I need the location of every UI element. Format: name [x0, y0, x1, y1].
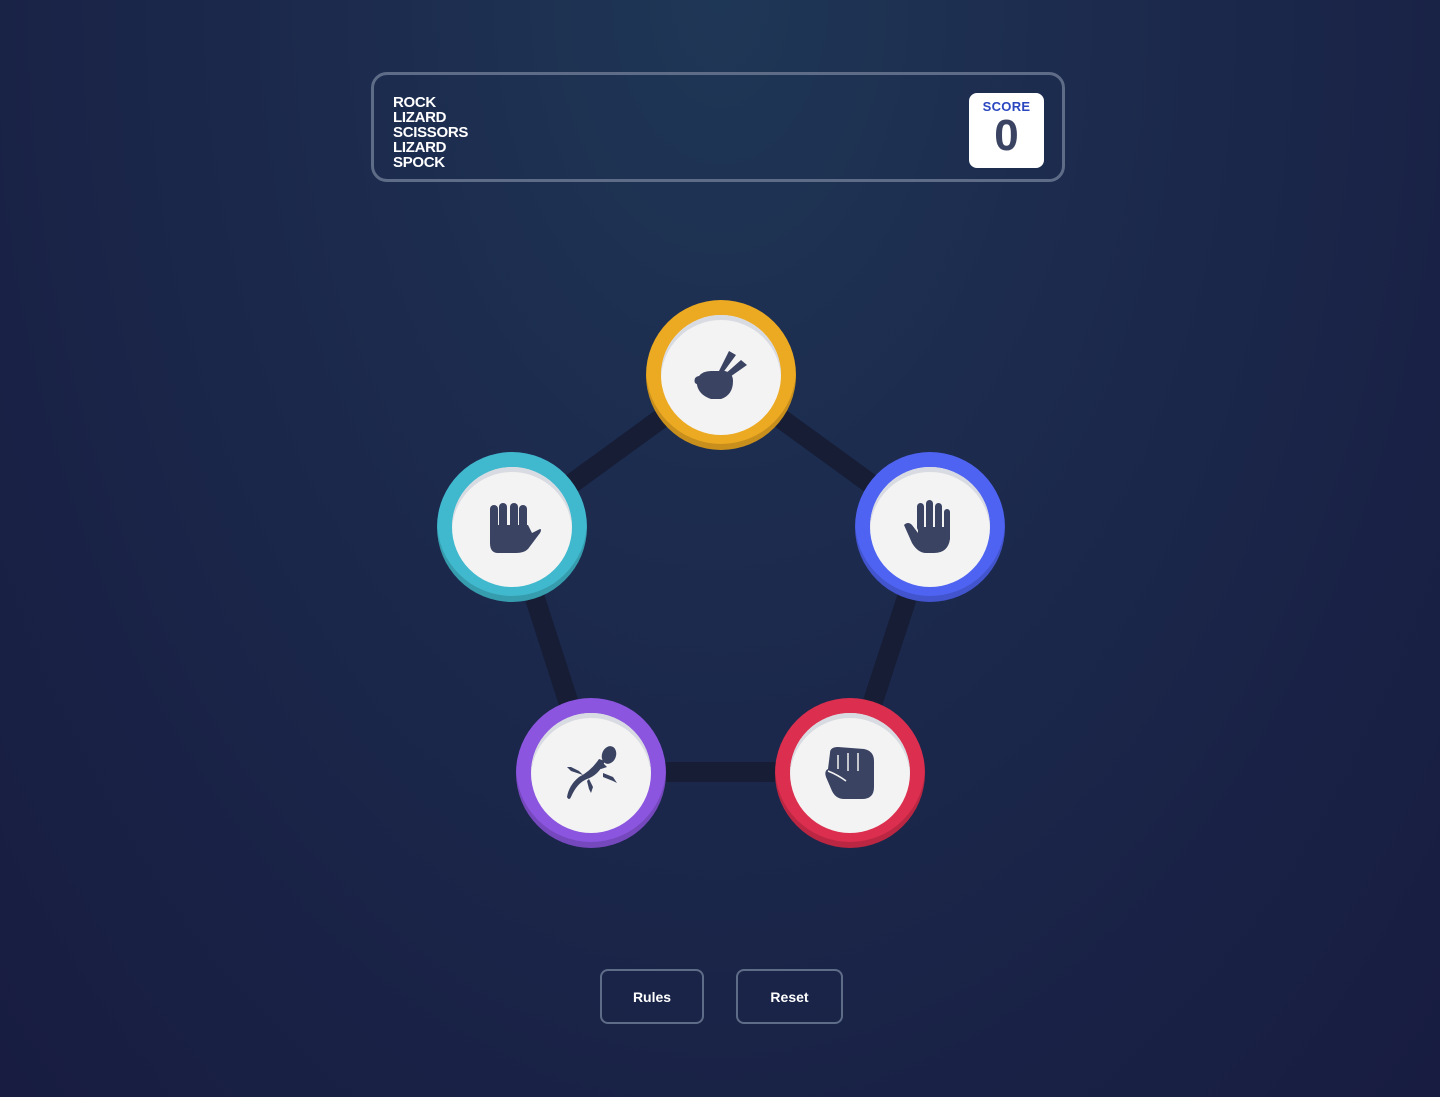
lizard-choice-button[interactable] — [516, 698, 666, 848]
scissors-hand-icon — [694, 351, 747, 399]
paper-choice-face — [870, 467, 990, 587]
spock-choice-button[interactable] — [437, 452, 587, 602]
paper-choice-button[interactable] — [855, 452, 1005, 602]
rock-choice-face — [790, 713, 910, 833]
pentagon-board — [502, 365, 940, 782]
rock-fist-icon — [825, 747, 874, 799]
reset-button[interactable]: Reset — [736, 969, 843, 1024]
paper-hand-icon — [904, 500, 950, 553]
scissors-choice-button[interactable] — [646, 300, 796, 450]
lizard-choice-face — [531, 713, 651, 833]
rules-button[interactable]: Rules — [600, 969, 704, 1024]
scissors-choice-face — [661, 315, 781, 435]
rock-choice-button[interactable] — [775, 698, 925, 848]
lizard-icon — [567, 746, 617, 799]
spock-choice-face — [452, 467, 572, 587]
spock-hand-icon — [490, 503, 541, 553]
